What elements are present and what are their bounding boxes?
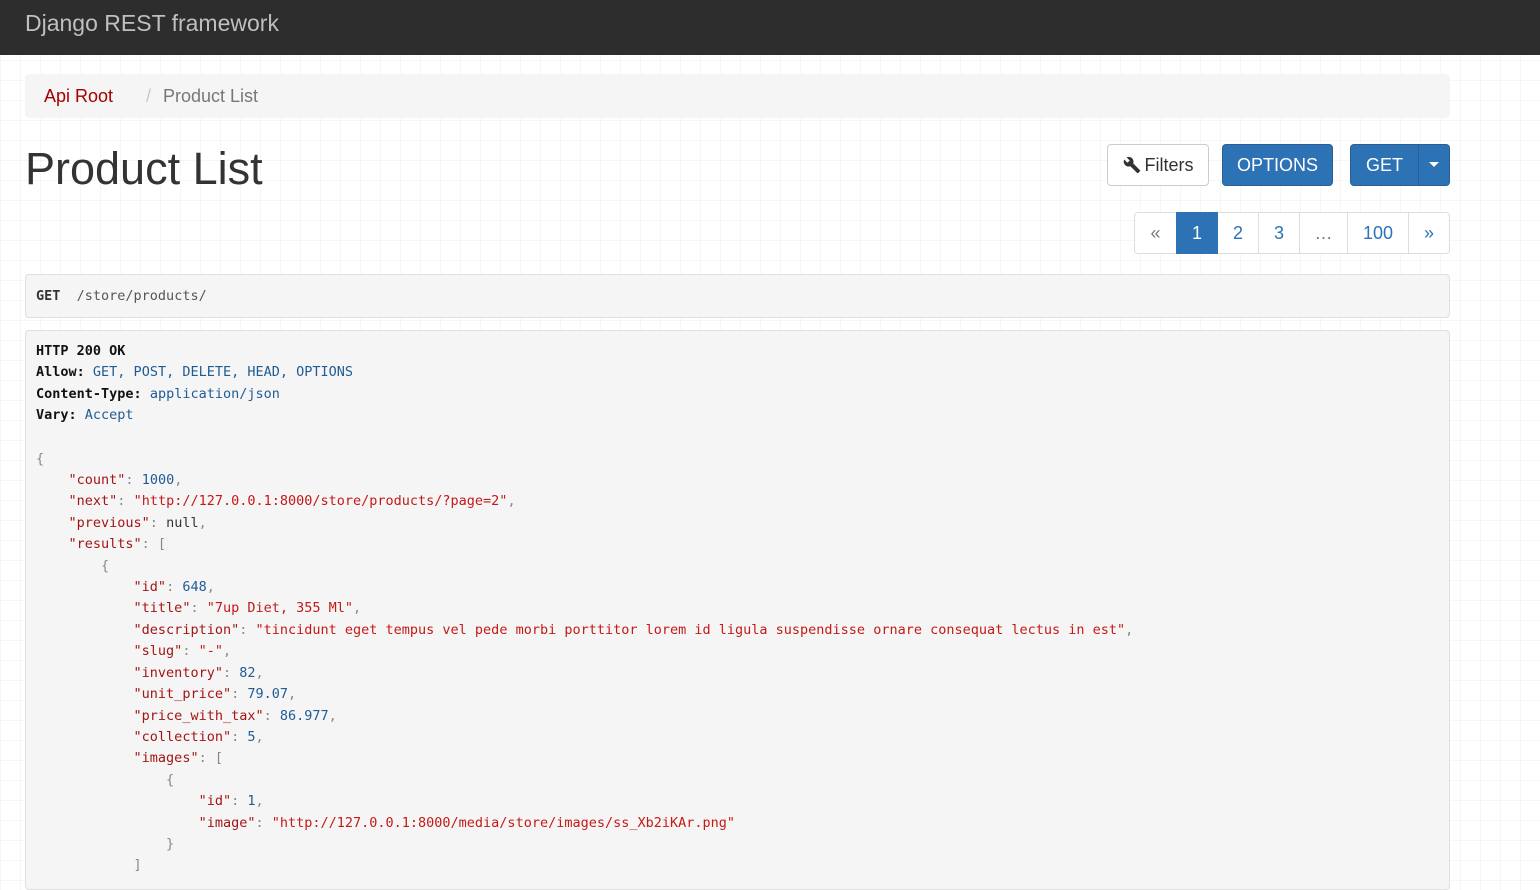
filters-label: Filters bbox=[1144, 155, 1194, 175]
request-path: /store/products/ bbox=[76, 288, 207, 304]
get-button[interactable]: GET bbox=[1350, 144, 1419, 186]
json-title: "7up Diet, 355 Ml" bbox=[206, 600, 354, 616]
json-previous: null bbox=[166, 515, 199, 531]
json-unit-price: 79.07 bbox=[247, 686, 288, 702]
json-slug: "-" bbox=[198, 643, 223, 659]
brand-link[interactable]: Django REST framework bbox=[25, 10, 279, 37]
filters-button[interactable]: Filters bbox=[1107, 144, 1209, 186]
pagination-page-3[interactable]: 3 bbox=[1258, 212, 1300, 254]
pagination-page-2[interactable]: 2 bbox=[1217, 212, 1259, 254]
json-image-link[interactable]: "http://127.0.0.1:8000/media/store/image… bbox=[272, 815, 735, 831]
caret-down-icon bbox=[1429, 162, 1439, 168]
json-inventory: 82 bbox=[239, 665, 256, 681]
header-vary-name: Vary: bbox=[36, 407, 77, 423]
breadcrumb-current: Product List bbox=[163, 86, 259, 106]
response-status: HTTP 200 OK bbox=[36, 343, 126, 359]
request-method: GET bbox=[36, 288, 61, 304]
get-dropdown-toggle[interactable] bbox=[1418, 144, 1450, 186]
breadcrumb-api-root-link[interactable]: Api Root bbox=[44, 74, 113, 118]
header-allow-value: GET, POST, DELETE, HEAD, OPTIONS bbox=[92, 364, 354, 380]
breadcrumb-separator: / bbox=[146, 86, 152, 106]
pagination-page-1[interactable]: 1 bbox=[1176, 212, 1218, 254]
pagination-previous[interactable]: « bbox=[1134, 212, 1177, 254]
navbar: Django REST framework bbox=[0, 0, 1540, 55]
json-count: 1000 bbox=[141, 472, 175, 488]
header-vary-value: Accept bbox=[84, 407, 134, 423]
page-title: Product List bbox=[25, 143, 263, 194]
pagination-page-100[interactable]: 100 bbox=[1347, 212, 1409, 254]
options-button[interactable]: OPTIONS bbox=[1222, 144, 1333, 186]
pagination-ellipsis: … bbox=[1299, 212, 1348, 254]
json-price-with-tax: 86.977 bbox=[279, 708, 329, 724]
response-body: HTTP 200 OK Allow: GET, POST, DELETE, HE… bbox=[25, 330, 1450, 890]
json-id: 648 bbox=[182, 579, 207, 595]
json-collection: 5 bbox=[247, 729, 256, 745]
json-next-link[interactable]: "http://127.0.0.1:8000/store/products/?p… bbox=[134, 493, 508, 509]
breadcrumb: Api Root / Product List bbox=[25, 74, 1450, 118]
header-content-type-name: Content-Type: bbox=[36, 386, 142, 402]
wrench-icon bbox=[1123, 156, 1140, 174]
pagination-next[interactable]: » bbox=[1408, 212, 1450, 254]
request-info: GET /store/products/ bbox=[25, 274, 1450, 318]
header-allow-name: Allow: bbox=[36, 364, 85, 380]
json-description: "tincidunt eget tempus vel pede morbi po… bbox=[255, 622, 1126, 638]
header-content-type-value: application/json bbox=[149, 386, 280, 402]
